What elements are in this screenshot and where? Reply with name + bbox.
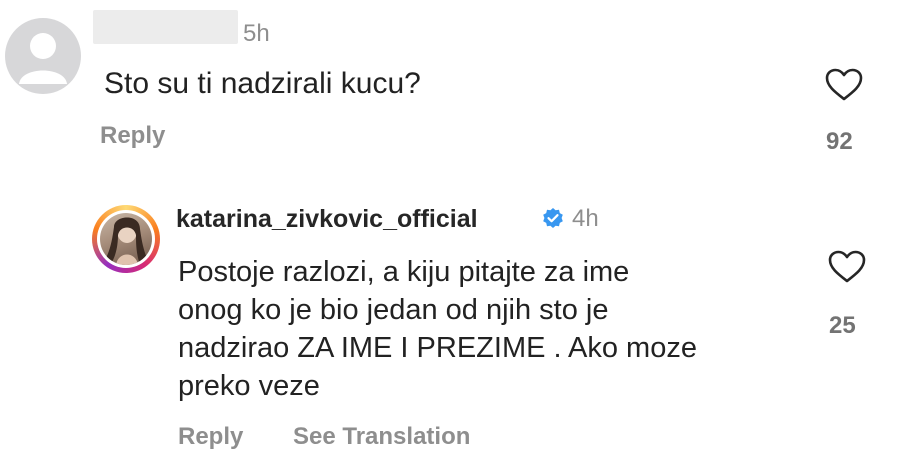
heart-icon[interactable] <box>828 250 866 284</box>
reply-text-line: onog ko je bio jedan od njih sto je <box>178 294 609 326</box>
default-avatar[interactable] <box>5 18 81 94</box>
avatar-ring-gap <box>97 210 155 268</box>
redacted-username[interactable] <box>93 10 238 44</box>
reply-timestamp: 4h <box>572 205 599 232</box>
reply-button[interactable]: Reply <box>100 122 165 150</box>
story-ring-avatar[interactable] <box>92 205 160 273</box>
comment-timestamp: 5h <box>243 20 270 47</box>
comment-username[interactable]: katarina_zivkovic_official <box>176 205 478 234</box>
person-silhouette-icon <box>19 33 67 84</box>
reply-text-line: preko veze <box>178 370 320 402</box>
reply-text-line: Postoje razlozi, a kiju pitajte za ime <box>178 256 630 288</box>
comment-text: Sto su ti nadzirali kucu? <box>104 67 421 100</box>
profile-photo-icon <box>102 217 150 265</box>
see-translation-button[interactable]: See Translation <box>293 423 470 451</box>
verified-badge-icon <box>541 207 565 231</box>
reply-text: Postoje razlozi, a kiju pitajte za ime o… <box>178 253 798 405</box>
reply-button[interactable]: Reply <box>178 423 243 451</box>
like-count: 92 <box>826 128 853 155</box>
reply-text-line: nadzirao ZA IME I PREZIME . Ako moze <box>178 332 697 364</box>
like-count: 25 <box>829 312 856 339</box>
heart-icon[interactable] <box>825 68 863 102</box>
avatar <box>100 213 152 265</box>
